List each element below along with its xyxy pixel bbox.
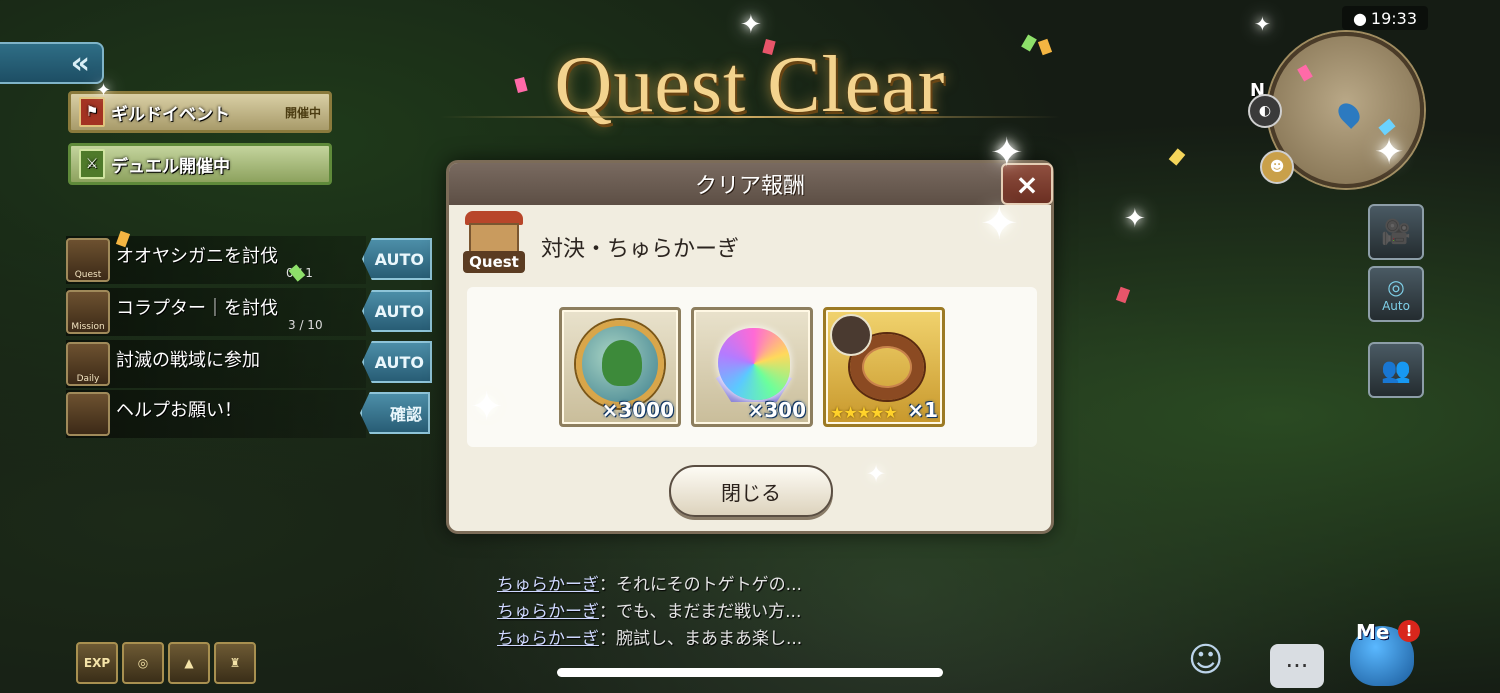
title-divider xyxy=(440,116,1060,118)
sparkle-icon: ✦ xyxy=(866,460,887,488)
quest-progress: 3 / 10 xyxy=(288,318,323,332)
chat-message: ：腕試し、まあまあ楽し... xyxy=(599,629,803,649)
chat-line: ちゅらかーぎ：それにそのトゲトゲの... xyxy=(497,570,802,595)
sparkle-icon: ✦ xyxy=(1124,204,1146,234)
alert-icon: ! xyxy=(1398,620,1420,642)
quest-row[interactable]: Daily 討滅の戦域に参加 xyxy=(66,340,366,388)
confirm-button[interactable]: 確認 xyxy=(360,392,430,434)
character-avatar-icon xyxy=(830,314,872,356)
close-button[interactable]: 閉じる xyxy=(669,465,833,517)
daily-icon: Daily xyxy=(66,342,110,386)
home-indicator[interactable] xyxy=(557,668,943,677)
quest-board-house xyxy=(469,223,519,253)
quest-board-icon: Quest xyxy=(463,211,525,273)
reward-list: ×3000 ×300 ★★★★★ ×1 xyxy=(467,287,1037,447)
quest-text: 討滅の戦域に参加 xyxy=(116,350,260,371)
time-text: 19:33 xyxy=(1370,8,1418,28)
auto-button[interactable]: AUTO xyxy=(362,290,432,332)
sparkle-icon: ✦ xyxy=(1374,132,1405,173)
lantern-item-icon[interactable]: ♜ xyxy=(214,642,256,684)
duel-event-label: デュエル開催中 xyxy=(111,156,230,177)
quest-text: コラプター｜を討伐 xyxy=(116,298,278,319)
reward-dialog: クリア報酬 × Quest 対決・ちゅらかーぎ ×3000 ×300 ★★★★★… xyxy=(446,160,1054,534)
sparkle-icon: ✦ xyxy=(980,196,1019,250)
confetti xyxy=(1115,286,1131,304)
rarity-stars: ★★★★★ xyxy=(830,403,898,422)
auto-mode-button[interactable]: ◎ Auto xyxy=(1368,266,1424,322)
compass-icon[interactable]: ◐ xyxy=(1248,94,1282,128)
chat-bubble-icon: ··· xyxy=(1285,652,1309,680)
reward-count: ×3000 xyxy=(601,398,674,422)
emote-bubble-icon: ☺ xyxy=(1188,640,1224,680)
quest-row[interactable]: Quest オオヤシガニを討伐 0 / 1 xyxy=(66,236,366,284)
quest-text: オオヤシガニを討伐 xyxy=(116,246,278,267)
reward-item-coin[interactable]: ×3000 xyxy=(559,307,681,427)
party-button[interactable]: 👥 xyxy=(1368,342,1424,398)
confetti xyxy=(1168,148,1186,166)
auto-button[interactable]: AUTO xyxy=(362,238,432,280)
chat-button[interactable]: ··· xyxy=(1270,644,1324,688)
camera-icon: 🎥 xyxy=(1381,218,1411,246)
duel-swords-icon: ⚔ xyxy=(79,149,105,179)
auto-button[interactable]: AUTO xyxy=(362,341,432,383)
chat-speaker[interactable]: ちゅらかーぎ xyxy=(497,602,599,622)
handshake-icon xyxy=(66,392,110,436)
reward-item-bracelet[interactable]: ★★★★★ ×1 xyxy=(823,307,945,427)
dialog-title: クリア報酬 xyxy=(694,174,805,199)
reward-item-orb[interactable]: ×300 xyxy=(691,307,813,427)
sparkle-icon: ✦ xyxy=(740,10,762,40)
quest-text: ヘルプお願い！ xyxy=(116,400,242,421)
chat-speaker[interactable]: ちゅらかーぎ xyxy=(497,629,599,649)
chat-line: ちゅらかーぎ：でも、まだまだ戦い方... xyxy=(497,597,801,622)
auto-mode-label: Auto xyxy=(1382,299,1410,313)
chat-speaker[interactable]: ちゅらかーぎ xyxy=(497,575,599,595)
clock-icon: ● xyxy=(1352,8,1367,28)
emote-button[interactable]: ☺ xyxy=(1188,640,1246,688)
camera-button[interactable]: 🎥 xyxy=(1368,204,1424,260)
medal-coin-icon xyxy=(576,320,664,408)
quest-icon: Quest xyxy=(66,238,110,282)
party-icon: 👥 xyxy=(1381,356,1411,384)
duel-event-banner[interactable]: ⚔ デュエル開催中 xyxy=(68,143,332,185)
reward-count: ×1 xyxy=(907,398,938,422)
dialog-header: クリア報酬 xyxy=(449,163,1051,205)
chat-message: ：でも、まだまだ戦い方... xyxy=(599,602,802,622)
me-button[interactable]: Me ! xyxy=(1340,612,1424,690)
rainbow-orb-icon xyxy=(718,328,790,400)
quest-name: 対決・ちゅらかーぎ xyxy=(541,237,740,262)
quest-row[interactable]: ヘルプお願い！ xyxy=(66,390,366,438)
sparkle-icon: ✦ xyxy=(990,130,1024,176)
sparkle-icon: ✦ xyxy=(1254,12,1271,36)
auto-target-icon: ◎ xyxy=(1387,275,1405,299)
sparkle-icon: ✦ xyxy=(96,80,112,101)
mission-icon: Mission xyxy=(66,290,110,334)
boots-item-icon[interactable]: ▲ xyxy=(168,642,210,684)
chat-message: ：それにそのトゲトゲの... xyxy=(599,575,802,595)
pet-icon[interactable]: ☻ xyxy=(1260,150,1294,184)
clock: ● 19:33 xyxy=(1342,6,1428,30)
exp-boost-button[interactable]: EXP xyxy=(76,642,118,684)
me-label: Me xyxy=(1356,620,1390,644)
compass-item-icon[interactable]: ◎ xyxy=(122,642,164,684)
sparkle-icon: ✦ xyxy=(470,384,504,430)
reward-count: ×300 xyxy=(747,398,806,422)
chat-line: ちゅらかーぎ：腕試し、まあまあ楽し... xyxy=(497,624,802,649)
quest-badge-label: Quest xyxy=(463,251,525,273)
exp-label: EXP xyxy=(83,656,111,670)
player-marker-icon xyxy=(1334,99,1364,129)
quest-row[interactable]: Mission コラプター｜を討伐 3 / 10 xyxy=(66,288,366,336)
